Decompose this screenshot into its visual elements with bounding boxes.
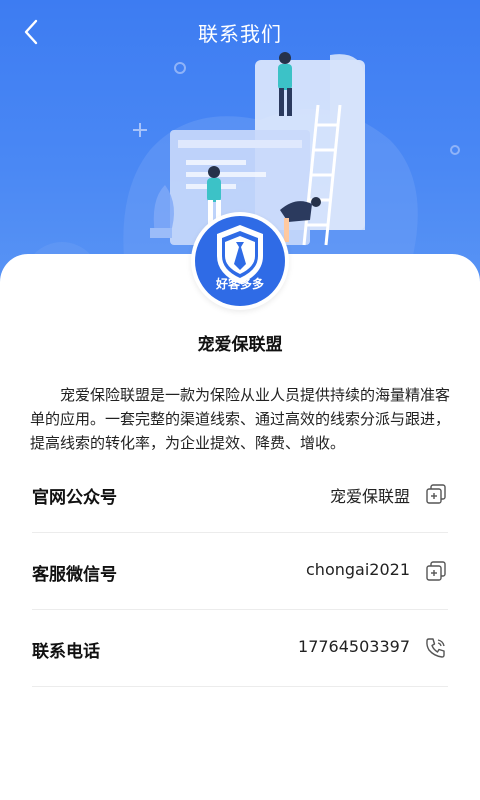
- contact-label: 官网公众号: [32, 488, 117, 508]
- navigation-bar: 联系我们: [0, 0, 480, 64]
- page-title: 联系我们: [198, 22, 282, 46]
- logo-text: 好客多多: [215, 277, 264, 291]
- contact-row-phone: 联系电话 17764503397: [32, 610, 448, 687]
- call-button[interactable]: [424, 636, 448, 660]
- brand-name: 宠爱保联盟: [197, 335, 283, 355]
- logo-badge: 好客多多: [195, 216, 285, 306]
- copy-icon: [426, 484, 446, 504]
- copy-icon: [426, 561, 446, 581]
- contact-row-official-account: 官网公众号 宠爱保联盟: [32, 456, 448, 533]
- contact-value: 宠爱保联盟: [329, 487, 410, 506]
- contact-label: 联系电话: [32, 642, 100, 662]
- contact-value: 17764503397: [298, 637, 410, 656]
- app-logo: 好客多多: [191, 212, 289, 310]
- app-description: 宠爱保险联盟是一款为保险从业人员提供持续的海量精准客单的应用。一套完整的渠道线索…: [30, 386, 451, 452]
- shield-tie-icon: [217, 225, 263, 284]
- contact-value: chongai2021: [306, 560, 410, 579]
- copy-button[interactable]: [424, 559, 448, 583]
- contact-row-wechat: 客服微信号 chongai2021: [32, 533, 448, 610]
- contact-label: 客服微信号: [32, 565, 117, 585]
- copy-button[interactable]: [424, 482, 448, 506]
- phone-icon: [426, 638, 445, 658]
